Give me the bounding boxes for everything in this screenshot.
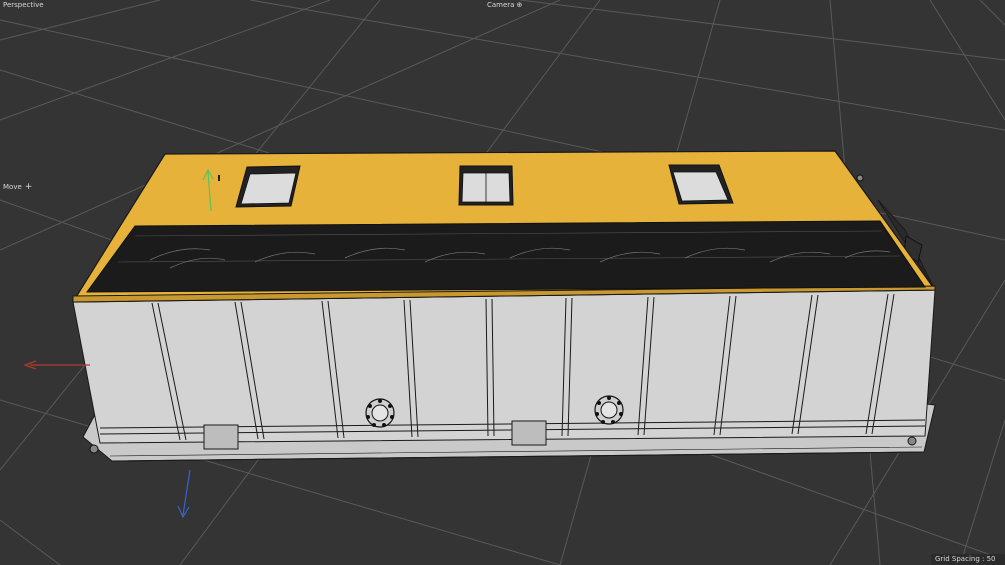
lid-vent-middle — [458, 165, 514, 206]
z-axis-arrow-icon[interactable] — [177, 469, 191, 519]
front-wall[interactable] — [72, 289, 936, 450]
view-name-label[interactable]: Perspective — [3, 1, 44, 10]
move-cross-icon: + — [24, 182, 33, 192]
active-tool-indicator: Move + — [3, 183, 32, 192]
tool-label: Move — [3, 183, 22, 191]
flange-left — [365, 398, 395, 428]
scene-canvas[interactable] — [0, 0, 1005, 565]
camera-label: Camera — [487, 1, 515, 9]
camera-target-icon: ⊕ — [516, 1, 523, 9]
3d-viewport[interactable]: Perspective Camera ⊕ Move + Grid Spacing :… — [0, 0, 1005, 565]
camera-menu[interactable]: Camera ⊕ — [487, 1, 522, 10]
top-lid-selected[interactable] — [71, 150, 937, 303]
lid-vent-left — [235, 165, 301, 208]
flange-right — [594, 395, 624, 425]
grid-spacing-readout: Grid Spacing : 50 cm — [931, 554, 1005, 565]
gizmo-marker — [218, 175, 220, 181]
x-axis-arrow-icon[interactable] — [23, 360, 90, 370]
